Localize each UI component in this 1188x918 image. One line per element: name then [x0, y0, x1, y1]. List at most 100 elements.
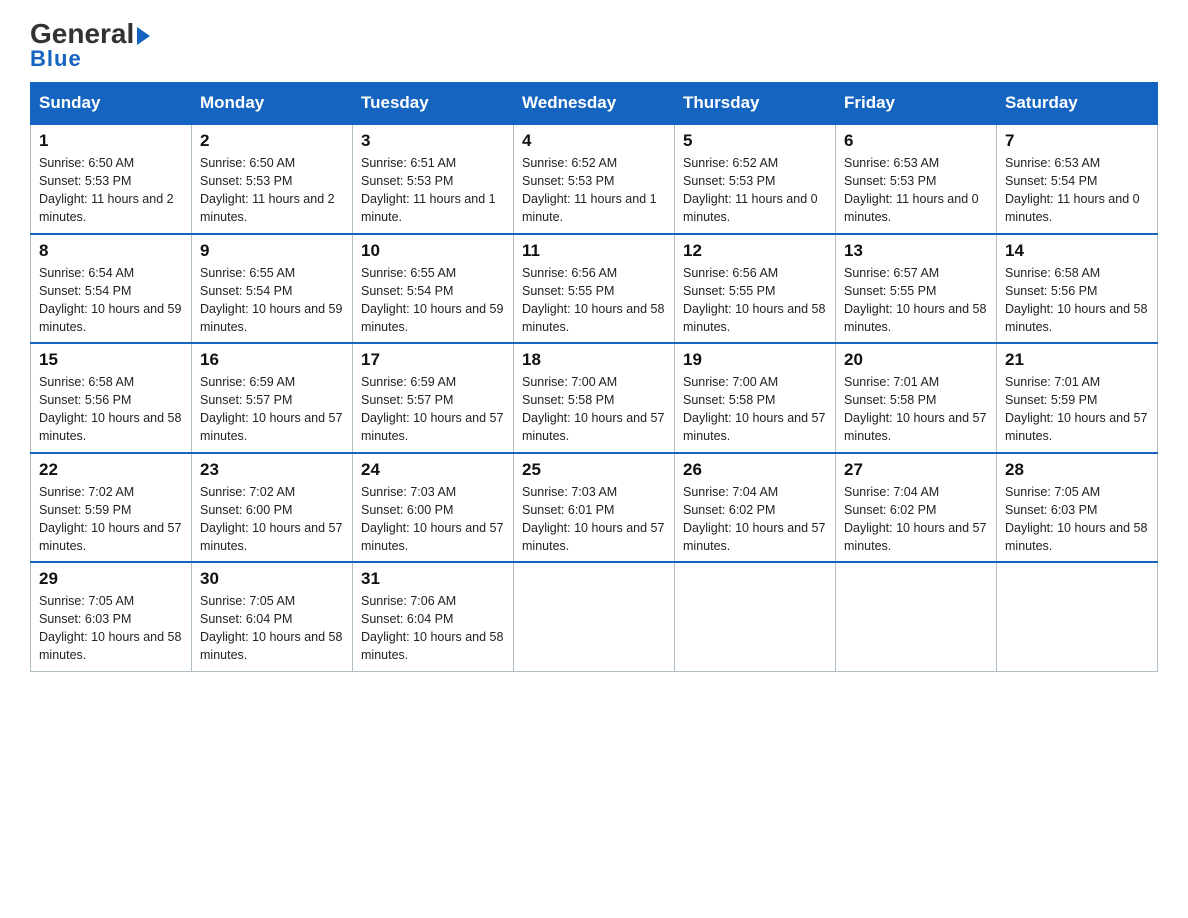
calendar-cell: 13 Sunrise: 6:57 AMSunset: 5:55 PMDaylig…	[836, 234, 997, 344]
day-number: 30	[200, 569, 344, 589]
calendar-cell	[675, 562, 836, 671]
day-info: Sunrise: 7:02 AMSunset: 5:59 PMDaylight:…	[39, 485, 181, 553]
day-number: 13	[844, 241, 988, 261]
calendar-cell: 3 Sunrise: 6:51 AMSunset: 5:53 PMDayligh…	[353, 124, 514, 234]
calendar-cell: 9 Sunrise: 6:55 AMSunset: 5:54 PMDayligh…	[192, 234, 353, 344]
day-info: Sunrise: 6:53 AMSunset: 5:53 PMDaylight:…	[844, 156, 979, 224]
day-number: 26	[683, 460, 827, 480]
day-info: Sunrise: 6:55 AMSunset: 5:54 PMDaylight:…	[361, 266, 503, 334]
calendar-cell: 6 Sunrise: 6:53 AMSunset: 5:53 PMDayligh…	[836, 124, 997, 234]
calendar-cell: 15 Sunrise: 6:58 AMSunset: 5:56 PMDaylig…	[31, 343, 192, 453]
day-info: Sunrise: 6:50 AMSunset: 5:53 PMDaylight:…	[200, 156, 335, 224]
day-info: Sunrise: 7:04 AMSunset: 6:02 PMDaylight:…	[683, 485, 825, 553]
calendar-cell: 18 Sunrise: 7:00 AMSunset: 5:58 PMDaylig…	[514, 343, 675, 453]
calendar-cell: 5 Sunrise: 6:52 AMSunset: 5:53 PMDayligh…	[675, 124, 836, 234]
day-number: 29	[39, 569, 183, 589]
day-number: 3	[361, 131, 505, 151]
day-number: 5	[683, 131, 827, 151]
calendar-cell: 25 Sunrise: 7:03 AMSunset: 6:01 PMDaylig…	[514, 453, 675, 563]
weekday-header-tuesday: Tuesday	[353, 83, 514, 125]
logo-line1: General	[30, 20, 150, 48]
day-number: 19	[683, 350, 827, 370]
calendar-cell: 1 Sunrise: 6:50 AMSunset: 5:53 PMDayligh…	[31, 124, 192, 234]
logo-line2: Blue	[30, 46, 82, 72]
day-info: Sunrise: 7:00 AMSunset: 5:58 PMDaylight:…	[683, 375, 825, 443]
calendar-cell: 30 Sunrise: 7:05 AMSunset: 6:04 PMDaylig…	[192, 562, 353, 671]
calendar-week-3: 15 Sunrise: 6:58 AMSunset: 5:56 PMDaylig…	[31, 343, 1158, 453]
weekday-header-monday: Monday	[192, 83, 353, 125]
day-info: Sunrise: 6:53 AMSunset: 5:54 PMDaylight:…	[1005, 156, 1140, 224]
weekday-header-friday: Friday	[836, 83, 997, 125]
day-info: Sunrise: 6:58 AMSunset: 5:56 PMDaylight:…	[1005, 266, 1147, 334]
calendar-week-2: 8 Sunrise: 6:54 AMSunset: 5:54 PMDayligh…	[31, 234, 1158, 344]
calendar-cell: 4 Sunrise: 6:52 AMSunset: 5:53 PMDayligh…	[514, 124, 675, 234]
weekday-header-wednesday: Wednesday	[514, 83, 675, 125]
calendar-cell: 2 Sunrise: 6:50 AMSunset: 5:53 PMDayligh…	[192, 124, 353, 234]
weekday-header-sunday: Sunday	[31, 83, 192, 125]
calendar-cell	[836, 562, 997, 671]
day-info: Sunrise: 6:51 AMSunset: 5:53 PMDaylight:…	[361, 156, 496, 224]
calendar-cell: 7 Sunrise: 6:53 AMSunset: 5:54 PMDayligh…	[997, 124, 1158, 234]
calendar-week-4: 22 Sunrise: 7:02 AMSunset: 5:59 PMDaylig…	[31, 453, 1158, 563]
day-number: 10	[361, 241, 505, 261]
day-number: 22	[39, 460, 183, 480]
day-number: 9	[200, 241, 344, 261]
day-number: 15	[39, 350, 183, 370]
day-info: Sunrise: 6:56 AMSunset: 5:55 PMDaylight:…	[683, 266, 825, 334]
day-number: 25	[522, 460, 666, 480]
calendar-table: SundayMondayTuesdayWednesdayThursdayFrid…	[30, 82, 1158, 672]
calendar-cell: 27 Sunrise: 7:04 AMSunset: 6:02 PMDaylig…	[836, 453, 997, 563]
day-number: 24	[361, 460, 505, 480]
day-number: 28	[1005, 460, 1149, 480]
day-number: 1	[39, 131, 183, 151]
day-info: Sunrise: 7:03 AMSunset: 6:00 PMDaylight:…	[361, 485, 503, 553]
day-number: 31	[361, 569, 505, 589]
calendar-cell: 11 Sunrise: 6:56 AMSunset: 5:55 PMDaylig…	[514, 234, 675, 344]
weekday-header-thursday: Thursday	[675, 83, 836, 125]
calendar-cell: 24 Sunrise: 7:03 AMSunset: 6:00 PMDaylig…	[353, 453, 514, 563]
day-info: Sunrise: 6:56 AMSunset: 5:55 PMDaylight:…	[522, 266, 664, 334]
day-info: Sunrise: 6:52 AMSunset: 5:53 PMDaylight:…	[522, 156, 657, 224]
calendar-cell: 16 Sunrise: 6:59 AMSunset: 5:57 PMDaylig…	[192, 343, 353, 453]
day-info: Sunrise: 7:01 AMSunset: 5:58 PMDaylight:…	[844, 375, 986, 443]
day-info: Sunrise: 7:05 AMSunset: 6:03 PMDaylight:…	[39, 594, 181, 662]
day-number: 11	[522, 241, 666, 261]
calendar-week-5: 29 Sunrise: 7:05 AMSunset: 6:03 PMDaylig…	[31, 562, 1158, 671]
calendar-cell: 21 Sunrise: 7:01 AMSunset: 5:59 PMDaylig…	[997, 343, 1158, 453]
day-number: 21	[1005, 350, 1149, 370]
day-number: 16	[200, 350, 344, 370]
day-number: 18	[522, 350, 666, 370]
day-info: Sunrise: 7:01 AMSunset: 5:59 PMDaylight:…	[1005, 375, 1147, 443]
day-info: Sunrise: 6:50 AMSunset: 5:53 PMDaylight:…	[39, 156, 174, 224]
calendar-cell: 12 Sunrise: 6:56 AMSunset: 5:55 PMDaylig…	[675, 234, 836, 344]
day-info: Sunrise: 7:02 AMSunset: 6:00 PMDaylight:…	[200, 485, 342, 553]
day-number: 12	[683, 241, 827, 261]
day-info: Sunrise: 7:05 AMSunset: 6:04 PMDaylight:…	[200, 594, 342, 662]
calendar-cell: 20 Sunrise: 7:01 AMSunset: 5:58 PMDaylig…	[836, 343, 997, 453]
calendar-cell	[997, 562, 1158, 671]
day-info: Sunrise: 6:59 AMSunset: 5:57 PMDaylight:…	[200, 375, 342, 443]
day-number: 27	[844, 460, 988, 480]
day-info: Sunrise: 7:05 AMSunset: 6:03 PMDaylight:…	[1005, 485, 1147, 553]
day-number: 23	[200, 460, 344, 480]
calendar-cell: 26 Sunrise: 7:04 AMSunset: 6:02 PMDaylig…	[675, 453, 836, 563]
calendar-cell: 17 Sunrise: 6:59 AMSunset: 5:57 PMDaylig…	[353, 343, 514, 453]
calendar-cell: 8 Sunrise: 6:54 AMSunset: 5:54 PMDayligh…	[31, 234, 192, 344]
logo: General Blue	[30, 20, 150, 72]
day-number: 17	[361, 350, 505, 370]
calendar-cell: 23 Sunrise: 7:02 AMSunset: 6:00 PMDaylig…	[192, 453, 353, 563]
weekday-header-saturday: Saturday	[997, 83, 1158, 125]
calendar-cell: 14 Sunrise: 6:58 AMSunset: 5:56 PMDaylig…	[997, 234, 1158, 344]
calendar-cell: 31 Sunrise: 7:06 AMSunset: 6:04 PMDaylig…	[353, 562, 514, 671]
calendar-week-1: 1 Sunrise: 6:50 AMSunset: 5:53 PMDayligh…	[31, 124, 1158, 234]
day-number: 14	[1005, 241, 1149, 261]
calendar-cell: 10 Sunrise: 6:55 AMSunset: 5:54 PMDaylig…	[353, 234, 514, 344]
day-info: Sunrise: 6:54 AMSunset: 5:54 PMDaylight:…	[39, 266, 181, 334]
day-info: Sunrise: 7:00 AMSunset: 5:58 PMDaylight:…	[522, 375, 664, 443]
day-info: Sunrise: 6:55 AMSunset: 5:54 PMDaylight:…	[200, 266, 342, 334]
calendar-cell: 22 Sunrise: 7:02 AMSunset: 5:59 PMDaylig…	[31, 453, 192, 563]
calendar-cell: 28 Sunrise: 7:05 AMSunset: 6:03 PMDaylig…	[997, 453, 1158, 563]
day-info: Sunrise: 6:57 AMSunset: 5:55 PMDaylight:…	[844, 266, 986, 334]
calendar-cell: 19 Sunrise: 7:00 AMSunset: 5:58 PMDaylig…	[675, 343, 836, 453]
calendar-cell	[514, 562, 675, 671]
